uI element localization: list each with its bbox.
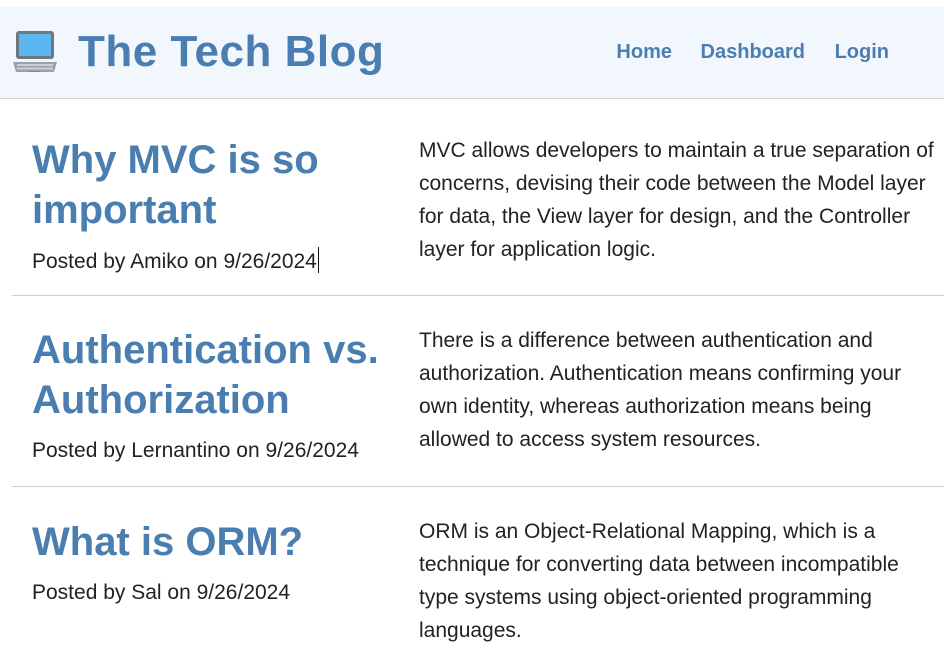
post-title[interactable]: What is ORM? xyxy=(32,517,392,567)
post-meta-text: Posted by Amiko on 9/26/2024 xyxy=(32,250,317,273)
laptop-icon xyxy=(11,29,59,75)
nav-home-link[interactable]: Home xyxy=(616,41,672,64)
post-body: ORM is an Object-Relational Mapping, whi… xyxy=(419,520,899,642)
post-meta: Posted by Lernantino on 9/26/2024 xyxy=(32,439,359,462)
post-card[interactable]: Why MVC is so important Posted by Amiko … xyxy=(12,99,944,296)
post-title[interactable]: Authentication vs. Authorization xyxy=(32,325,392,425)
site-brand-link[interactable]: The Tech Blog xyxy=(11,21,384,83)
post-body: MVC allows developers to maintain a true… xyxy=(419,139,934,261)
post-title[interactable]: Why MVC is so important xyxy=(32,135,392,235)
nav-login-link[interactable]: Login xyxy=(835,41,889,64)
post-meta: Posted by Sal on 9/26/2024 xyxy=(32,581,291,604)
nav-dashboard-link[interactable]: Dashboard xyxy=(701,41,805,64)
site-header: The Tech Blog Home Dashboard Login xyxy=(0,7,944,99)
text-cursor xyxy=(317,247,319,273)
site-title: The Tech Blog xyxy=(78,27,385,76)
post-body: There is a difference between authentica… xyxy=(419,329,902,451)
post-meta: Posted by Amiko on 9/26/2024 xyxy=(32,247,319,275)
page: The Tech Blog Home Dashboard Login Why M… xyxy=(0,0,944,654)
post-card[interactable]: What is ORM? Posted by Sal on 9/26/2024 … xyxy=(12,487,944,654)
post-card[interactable]: Authentication vs. Authorization Posted … xyxy=(12,296,944,487)
